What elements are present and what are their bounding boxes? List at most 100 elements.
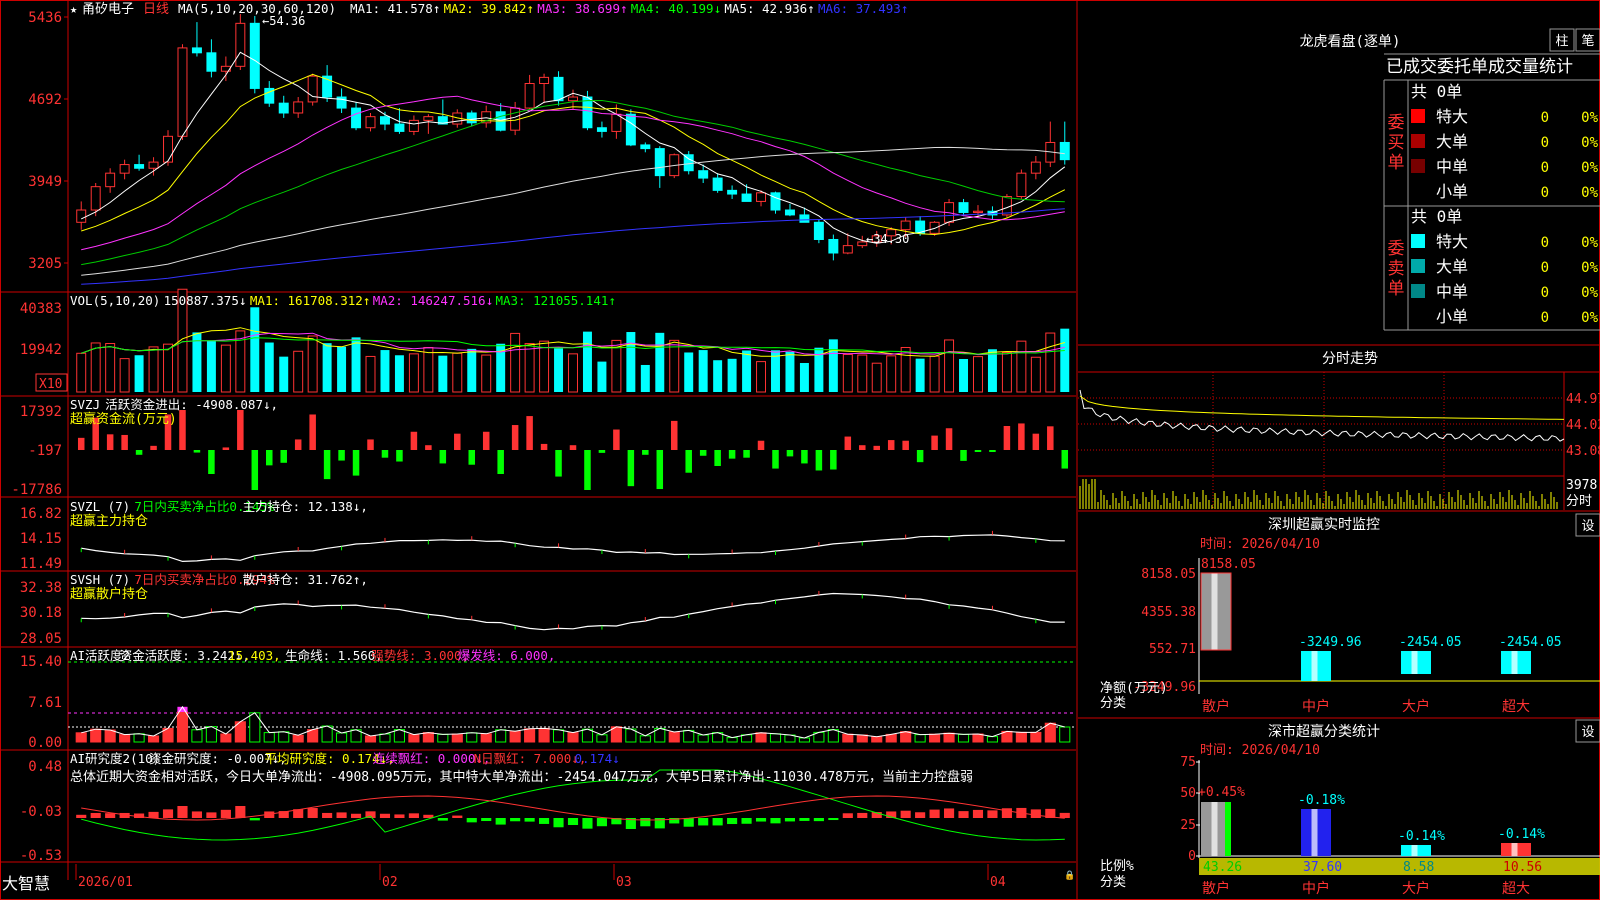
volume-bar-up[interactable] <box>568 353 578 393</box>
volume-bar-up[interactable] <box>365 355 376 393</box>
volume-bar-up[interactable] <box>408 353 419 393</box>
candle-body-down[interactable] <box>249 22 260 89</box>
volume-bar-down[interactable] <box>394 355 404 392</box>
volume-bar-up[interactable] <box>510 332 521 393</box>
candle-body-up[interactable] <box>568 96 578 102</box>
candlestick-series[interactable] <box>76 14 1070 261</box>
volume-bar-up[interactable] <box>307 335 318 393</box>
candle-body-down[interactable] <box>191 47 202 54</box>
candle-body-up[interactable] <box>163 135 173 163</box>
volume-bar-down[interactable] <box>322 343 332 392</box>
candle-body-down[interactable] <box>394 123 405 132</box>
volume-bar-down[interactable] <box>134 355 144 392</box>
candle-body-up[interactable] <box>76 209 87 223</box>
volume-bar-up[interactable] <box>119 358 130 393</box>
volume-bar-down[interactable] <box>582 331 592 392</box>
candle-body-down[interactable] <box>582 96 593 129</box>
volume-bar-up[interactable] <box>973 356 983 393</box>
volume-bar-up[interactable] <box>90 342 101 393</box>
volume-bar-up[interactable] <box>900 346 911 393</box>
volume-bar-down[interactable] <box>727 358 737 392</box>
volume-bar-up[interactable] <box>842 353 853 393</box>
volume-bar-down[interactable] <box>250 307 260 392</box>
volume-bar-up[interactable] <box>524 343 535 393</box>
candle-body-up[interactable] <box>611 113 622 132</box>
volume-bar-down[interactable] <box>1060 328 1070 392</box>
volume-bar-down[interactable] <box>713 360 723 392</box>
candle-body-down[interactable] <box>596 127 607 132</box>
candle-body-up[interactable] <box>307 75 318 103</box>
volume-bar-up[interactable] <box>1016 340 1027 393</box>
candle-body-up[interactable] <box>119 164 130 174</box>
volume-bar-up[interactable] <box>163 343 173 393</box>
volume-bar-up[interactable] <box>76 352 87 393</box>
volume-bar-down[interactable] <box>337 346 347 392</box>
volume-bar-down[interactable] <box>467 348 477 392</box>
candle-body-down[interactable] <box>466 112 477 124</box>
volume-bar-down[interactable] <box>351 337 361 392</box>
candle-body-down[interactable] <box>727 189 738 195</box>
candle-body-down[interactable] <box>712 177 723 191</box>
candle-body-up[interactable] <box>900 220 911 231</box>
volume-bar-up[interactable] <box>871 362 882 393</box>
candle-body-up[interactable] <box>105 172 116 188</box>
volume-bar-down[interactable] <box>438 355 448 392</box>
volume-bar-up[interactable] <box>148 346 159 393</box>
candle-body-down[interactable] <box>134 164 145 169</box>
volume-bar-down[interactable] <box>279 356 289 392</box>
volume-bar-up[interactable] <box>1001 351 1012 393</box>
volume-bar-up[interactable] <box>857 354 868 393</box>
volume-bar-up[interactable] <box>452 352 463 393</box>
volume-bar-down[interactable] <box>828 339 838 392</box>
volume-bar-down[interactable] <box>799 362 809 392</box>
candle-body-down[interactable] <box>683 154 694 172</box>
candle-body-down[interactable] <box>553 76 564 102</box>
candle-body-up[interactable] <box>756 192 767 202</box>
candle-body-down[interactable] <box>640 144 651 150</box>
candle-body-down[interactable] <box>698 170 709 179</box>
candle-body-down[interactable] <box>625 113 636 146</box>
candle-body-up[interactable] <box>293 101 304 114</box>
candle-body-up[interactable] <box>1030 161 1041 174</box>
candle-body-down[interactable] <box>828 238 839 254</box>
volume-bar-up[interactable] <box>1045 332 1056 393</box>
volume-bar-down[interactable] <box>987 349 997 392</box>
candle-body-up[interactable] <box>929 221 940 234</box>
candle-body-up[interactable] <box>1016 172 1027 198</box>
candle-body-down[interactable] <box>784 209 795 216</box>
volume-bar-down[interactable] <box>597 361 607 392</box>
candle-body-up[interactable] <box>973 210 983 213</box>
candle-body-down[interactable] <box>741 193 752 202</box>
volume-bar-down[interactable] <box>959 359 969 392</box>
candle-body-up[interactable] <box>90 186 101 211</box>
candle-body-up[interactable] <box>539 76 550 85</box>
candle-body-down[interactable] <box>654 148 665 177</box>
candle-body-down[interactable] <box>379 116 390 125</box>
candle-body-up[interactable] <box>365 116 376 129</box>
candle-body-up[interactable] <box>177 47 188 137</box>
volume-bar-down[interactable] <box>626 332 636 392</box>
volume-bar-down[interactable] <box>684 352 694 392</box>
candle-body-up[interactable] <box>1001 196 1012 216</box>
candle-body-up[interactable] <box>148 161 159 169</box>
candle-body-down[interactable] <box>206 52 217 72</box>
candle-body-up[interactable] <box>235 22 246 67</box>
candle-body-down[interactable] <box>770 192 781 211</box>
volume-bar-up[interactable] <box>105 343 116 393</box>
candle-body-down[interactable] <box>351 107 362 129</box>
candle-body-down[interactable] <box>278 102 289 114</box>
volume-bar-down[interactable] <box>915 358 925 392</box>
candle-body-up[interactable] <box>408 119 419 132</box>
volume-bar-up[interactable] <box>220 344 231 393</box>
volume-bar-up[interactable] <box>929 355 940 393</box>
volume-bar-up[interactable] <box>1030 356 1041 393</box>
candle-body-down[interactable] <box>1059 141 1070 161</box>
volume-bar-down[interactable] <box>785 351 795 392</box>
candle-body-down[interactable] <box>799 214 810 223</box>
volume-bar-up[interactable] <box>539 340 550 393</box>
candle-body-up[interactable] <box>842 245 853 254</box>
volume-bar-down[interactable] <box>380 350 390 392</box>
volume-bar-down[interactable] <box>742 350 752 392</box>
candle-body-up[interactable] <box>423 116 434 121</box>
volume-bar-up[interactable] <box>423 346 434 393</box>
